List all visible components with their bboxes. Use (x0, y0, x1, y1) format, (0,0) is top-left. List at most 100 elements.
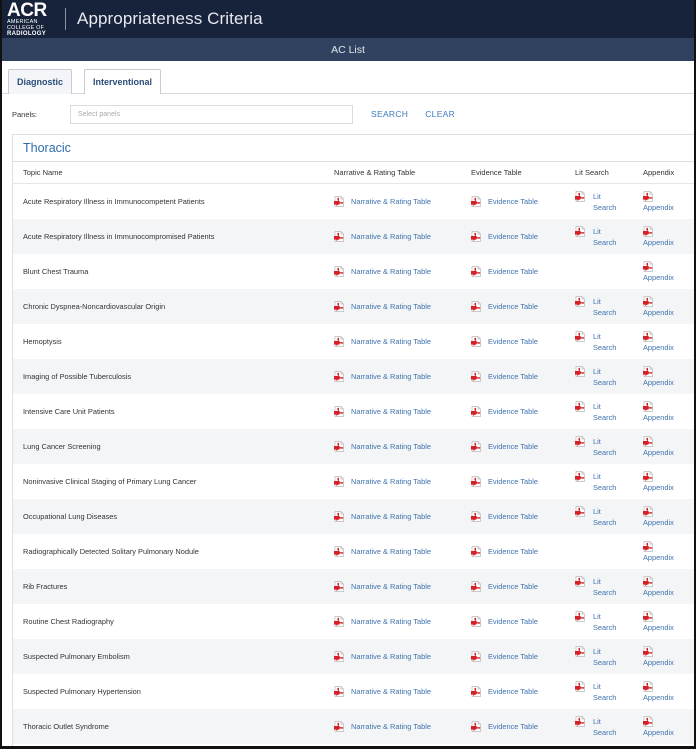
lit-link-label-1: Lit (593, 191, 601, 201)
pdf-icon (643, 435, 653, 447)
appendix-link[interactable]: Appendix (643, 260, 693, 283)
narrative-rating-link[interactable]: Narrative & Rating Table (334, 721, 471, 732)
pdf-icon (471, 476, 481, 487)
appendix-link[interactable]: Appendix (643, 365, 693, 388)
appendix-link[interactable]: Appendix (643, 225, 693, 248)
appendix-cell: Appendix (643, 190, 693, 213)
table-row: Lung Cancer Screening Narrative & Rating … (13, 429, 694, 464)
appendix-link[interactable]: Appendix (643, 435, 693, 458)
lit-search-link[interactable]: Lit Search (575, 715, 643, 738)
pdf-icon (471, 721, 481, 732)
topic-name: Acute Respiratory Illness in Immunocompe… (23, 197, 205, 206)
narrative-link-label: Narrative & Rating Table (351, 477, 431, 486)
narrative-rating-link[interactable]: Narrative & Rating Table (334, 371, 471, 382)
tab-diagnostic[interactable]: Diagnostic (8, 69, 73, 94)
evidence-table-link[interactable]: Evidence Table (471, 266, 575, 277)
narrative-link-label: Narrative & Rating Table (351, 652, 431, 661)
evidence-cell: Evidence Table (471, 371, 575, 382)
pdf-icon (334, 231, 344, 242)
evidence-table-link[interactable]: Evidence Table (471, 336, 575, 347)
table-row: Rib Fractures Narrative & Rating Table Evi… (13, 569, 694, 604)
evidence-table-link[interactable]: Evidence Table (471, 441, 575, 452)
narrative-rating-link[interactable]: Narrative & Rating Table (334, 511, 471, 522)
pdf-icon (334, 686, 344, 697)
evidence-cell: Evidence Table (471, 231, 575, 242)
lit-search-link[interactable]: Lit Search (575, 680, 643, 703)
evidence-table-link[interactable]: Evidence Table (471, 511, 575, 522)
narrative-cell: Narrative & Rating Table (334, 406, 471, 417)
pdf-icon (575, 470, 585, 482)
appendix-link-label: Appendix (643, 342, 674, 352)
appendix-link[interactable]: Appendix (643, 645, 693, 668)
col-header-lit-search: Lit Search (575, 168, 609, 177)
appendix-link-label: Appendix (643, 412, 674, 422)
lit-search-link[interactable]: Lit Search (575, 610, 643, 633)
narrative-rating-link[interactable]: Narrative & Rating Table (334, 336, 471, 347)
evidence-table-link[interactable]: Evidence Table (471, 196, 575, 207)
narrative-rating-link[interactable]: Narrative & Rating Table (334, 581, 471, 592)
appendix-link[interactable]: Appendix (643, 505, 693, 528)
lit-search-cell: Lit Search (575, 365, 643, 388)
tab-interventional[interactable]: Interventional (84, 69, 162, 94)
lit-search-link[interactable]: Lit Search (575, 225, 643, 248)
appendix-link[interactable]: Appendix (643, 400, 693, 423)
narrative-rating-link[interactable]: Narrative & Rating Table (334, 476, 471, 487)
evidence-table-link[interactable]: Evidence Table (471, 721, 575, 732)
narrative-cell: Narrative & Rating Table (334, 441, 471, 452)
panels-select-input[interactable]: Select panels (70, 104, 353, 124)
narrative-rating-link[interactable]: Narrative & Rating Table (334, 196, 471, 207)
appendix-link[interactable]: Appendix (643, 330, 693, 353)
narrative-rating-link[interactable]: Narrative & Rating Table (334, 301, 471, 312)
table-header: Topic Name Narrative & Rating Table Evid… (13, 162, 694, 184)
lit-search-link[interactable]: Lit Search (575, 190, 643, 213)
narrative-rating-link[interactable]: Narrative & Rating Table (334, 651, 471, 662)
appendix-link[interactable]: Appendix (643, 680, 693, 703)
narrative-link-label: Narrative & Rating Table (351, 687, 431, 696)
evidence-table-link[interactable]: Evidence Table (471, 686, 575, 697)
topic-name: Suspected Pulmonary Hypertension (23, 687, 141, 696)
appendix-link[interactable]: Appendix (643, 470, 693, 493)
appendix-link[interactable]: Appendix (643, 540, 693, 563)
narrative-rating-link[interactable]: Narrative & Rating Table (334, 616, 471, 627)
appendix-link[interactable]: Appendix (643, 715, 693, 738)
evidence-table-link[interactable]: Evidence Table (471, 371, 575, 382)
narrative-rating-link[interactable]: Narrative & Rating Table (334, 231, 471, 242)
evidence-table-link[interactable]: Evidence Table (471, 301, 575, 312)
pdf-icon (334, 371, 344, 382)
clear-button[interactable]: CLEAR (425, 109, 455, 119)
lit-search-link[interactable]: Lit Search (575, 400, 643, 423)
appendix-link[interactable]: Appendix (643, 190, 693, 213)
lit-search-link[interactable]: Lit Search (575, 645, 643, 668)
lit-search-link[interactable]: Lit Search (575, 365, 643, 388)
narrative-rating-link[interactable]: Narrative & Rating Table (334, 406, 471, 417)
acr-logo[interactable]: ACR AMERICAN COLLEGE OF RADIOLOGY (7, 1, 53, 37)
appendix-link[interactable]: Appendix (643, 610, 693, 633)
evidence-table-link[interactable]: Evidence Table (471, 651, 575, 662)
appendix-cell: Appendix (643, 260, 693, 283)
narrative-rating-link[interactable]: Narrative & Rating Table (334, 686, 471, 697)
appendix-link-label: Appendix (643, 377, 674, 387)
narrative-rating-link[interactable]: Narrative & Rating Table (334, 546, 471, 557)
lit-search-link[interactable]: Lit Search (575, 575, 643, 598)
pdf-icon (575, 330, 585, 342)
evidence-table-link[interactable]: Evidence Table (471, 546, 575, 557)
evidence-cell: Evidence Table (471, 581, 575, 592)
lit-search-link[interactable]: Lit Search (575, 295, 643, 318)
lit-search-link[interactable]: Lit Search (575, 505, 643, 528)
evidence-table-link[interactable]: Evidence Table (471, 581, 575, 592)
lit-search-cell: Lit Search (575, 680, 643, 703)
narrative-rating-link[interactable]: Narrative & Rating Table (334, 441, 471, 452)
lit-search-link[interactable]: Lit Search (575, 330, 643, 353)
evidence-table-link[interactable]: Evidence Table (471, 616, 575, 627)
evidence-table-link[interactable]: Evidence Table (471, 231, 575, 242)
narrative-rating-link[interactable]: Narrative & Rating Table (334, 266, 471, 277)
search-button[interactable]: SEARCH (371, 109, 408, 119)
lit-search-link[interactable]: Lit Search (575, 470, 643, 493)
table-row: Blunt Chest Trauma Narrative & Rating Tab… (13, 254, 694, 289)
appendix-link[interactable]: Appendix (643, 295, 693, 318)
lit-search-link[interactable]: Lit Search (575, 435, 643, 458)
evidence-table-link[interactable]: Evidence Table (471, 476, 575, 487)
category-tabs: Diagnostic Interventional (2, 61, 694, 94)
evidence-table-link[interactable]: Evidence Table (471, 406, 575, 417)
appendix-link[interactable]: Appendix (643, 575, 693, 598)
